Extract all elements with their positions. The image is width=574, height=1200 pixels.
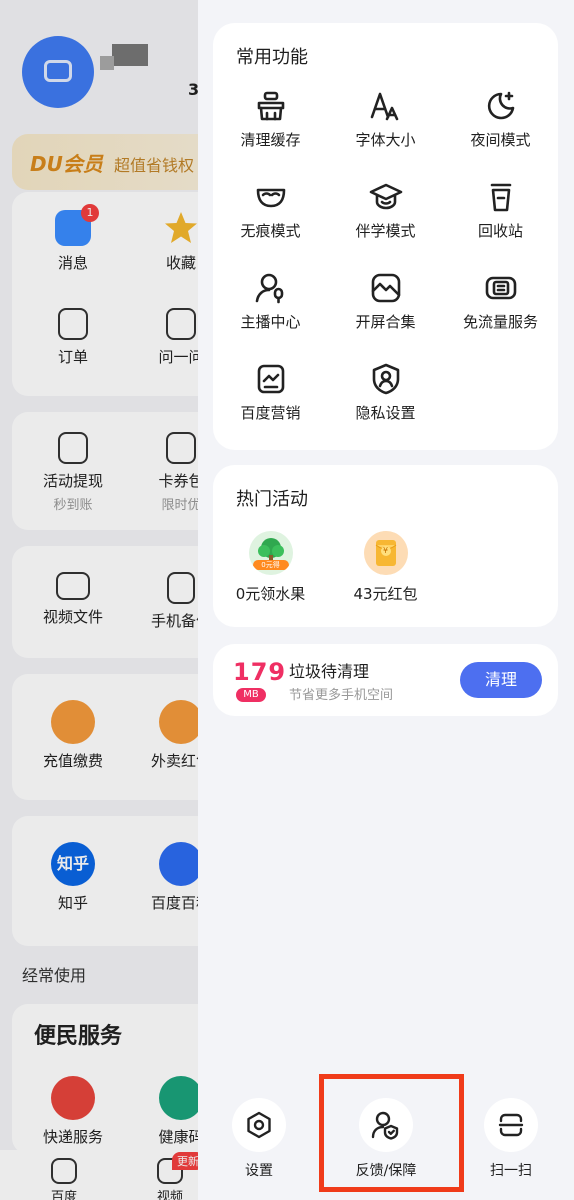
fn-label: 伴学模式 (355, 222, 416, 240)
red-packet-icon: ¥ (363, 531, 408, 575)
cleanup-subtitle: 节省更多手机空间 (289, 688, 394, 703)
fn-label: 隐私设置 (355, 404, 416, 422)
marketing-icon (257, 364, 284, 394)
fn-baidu-marketing[interactable]: 百度营销 (213, 362, 328, 423)
activity-label: 0元领水果 (235, 585, 306, 603)
fn-clear-cache[interactable]: 清理缓存 (213, 89, 328, 150)
moon-icon (487, 91, 514, 120)
fn-label: 回收站 (477, 222, 523, 240)
dim-overlay[interactable] (0, 0, 198, 1200)
streamer-icon (255, 273, 283, 304)
fn-night-mode[interactable]: 夜间模式 (443, 89, 558, 150)
fn-recycle-bin[interactable]: 回收站 (443, 180, 558, 241)
feedback-highlight-box (319, 1074, 464, 1192)
common-functions-title: 常用功能 (236, 47, 308, 68)
data-free-icon (485, 276, 516, 300)
tree-icon: 0元得 (248, 531, 293, 575)
font-size-icon (370, 92, 398, 121)
fn-splash-collection[interactable]: 开屏合集 (328, 271, 443, 332)
privacy-shield-icon (372, 363, 399, 395)
junk-size-unit: MB (236, 688, 266, 702)
scan-icon (484, 1098, 538, 1152)
activity-free-fruit[interactable]: 0元得 0元领水果 (213, 531, 328, 604)
cleanup-card: 179 MB 垃圾待清理 节省更多手机空间 清理 (213, 644, 558, 716)
fn-incognito[interactable]: 无痕模式 (213, 180, 328, 241)
fn-study-mode[interactable]: 伴学模式 (328, 180, 443, 241)
trash-icon (490, 183, 511, 212)
settings-hexagon-icon (232, 1098, 286, 1152)
fn-label: 无痕模式 (240, 222, 301, 240)
junk-size-number: 179 (233, 658, 287, 686)
graduation-cap-icon (369, 183, 402, 210)
activity-label: 43元红包 (353, 585, 418, 603)
activity-packet-tag: ¥ (382, 546, 389, 555)
common-functions-card: 常用功能 清理缓存 字体大小 夜间模式 无痕模式 伴学模式 回收站 主播中心 开… (213, 23, 558, 450)
hot-activities-card: 热门活动 0元得 0元领水果 ¥ 43元红包 (213, 465, 558, 627)
scan-button[interactable]: 扫一扫 (466, 1098, 556, 1180)
fn-label: 夜间模式 (470, 131, 531, 149)
fn-label: 清理缓存 (240, 131, 301, 149)
fn-label: 主播中心 (240, 313, 301, 331)
fn-data-free[interactable]: 免流量服务 (443, 271, 558, 332)
fn-label: 免流量服务 (462, 313, 538, 331)
broom-icon (257, 91, 284, 121)
fn-streamer-center[interactable]: 主播中心 (213, 271, 328, 332)
activity-red-packet[interactable]: ¥ 43元红包 (328, 531, 443, 604)
scan-label: 扫一扫 (490, 1163, 532, 1179)
settings-button[interactable]: 设置 (214, 1098, 304, 1180)
fn-privacy-settings[interactable]: 隐私设置 (328, 362, 443, 423)
cleanup-title: 垃圾待清理 (289, 662, 370, 681)
activity-fruit-tag: 0元得 (261, 561, 280, 569)
fn-font-size[interactable]: 字体大小 (328, 89, 443, 150)
fn-label: 开屏合集 (355, 313, 416, 331)
clean-button[interactable]: 清理 (460, 662, 542, 698)
mask-icon (256, 188, 285, 208)
gallery-icon (371, 273, 400, 303)
hot-activities-title: 热门活动 (236, 489, 308, 510)
fn-label: 字体大小 (355, 131, 416, 149)
fn-label: 百度营销 (240, 404, 301, 422)
settings-label: 设置 (245, 1163, 273, 1179)
side-drawer: 常用功能 清理缓存 字体大小 夜间模式 无痕模式 伴学模式 回收站 主播中心 开… (198, 0, 574, 1200)
